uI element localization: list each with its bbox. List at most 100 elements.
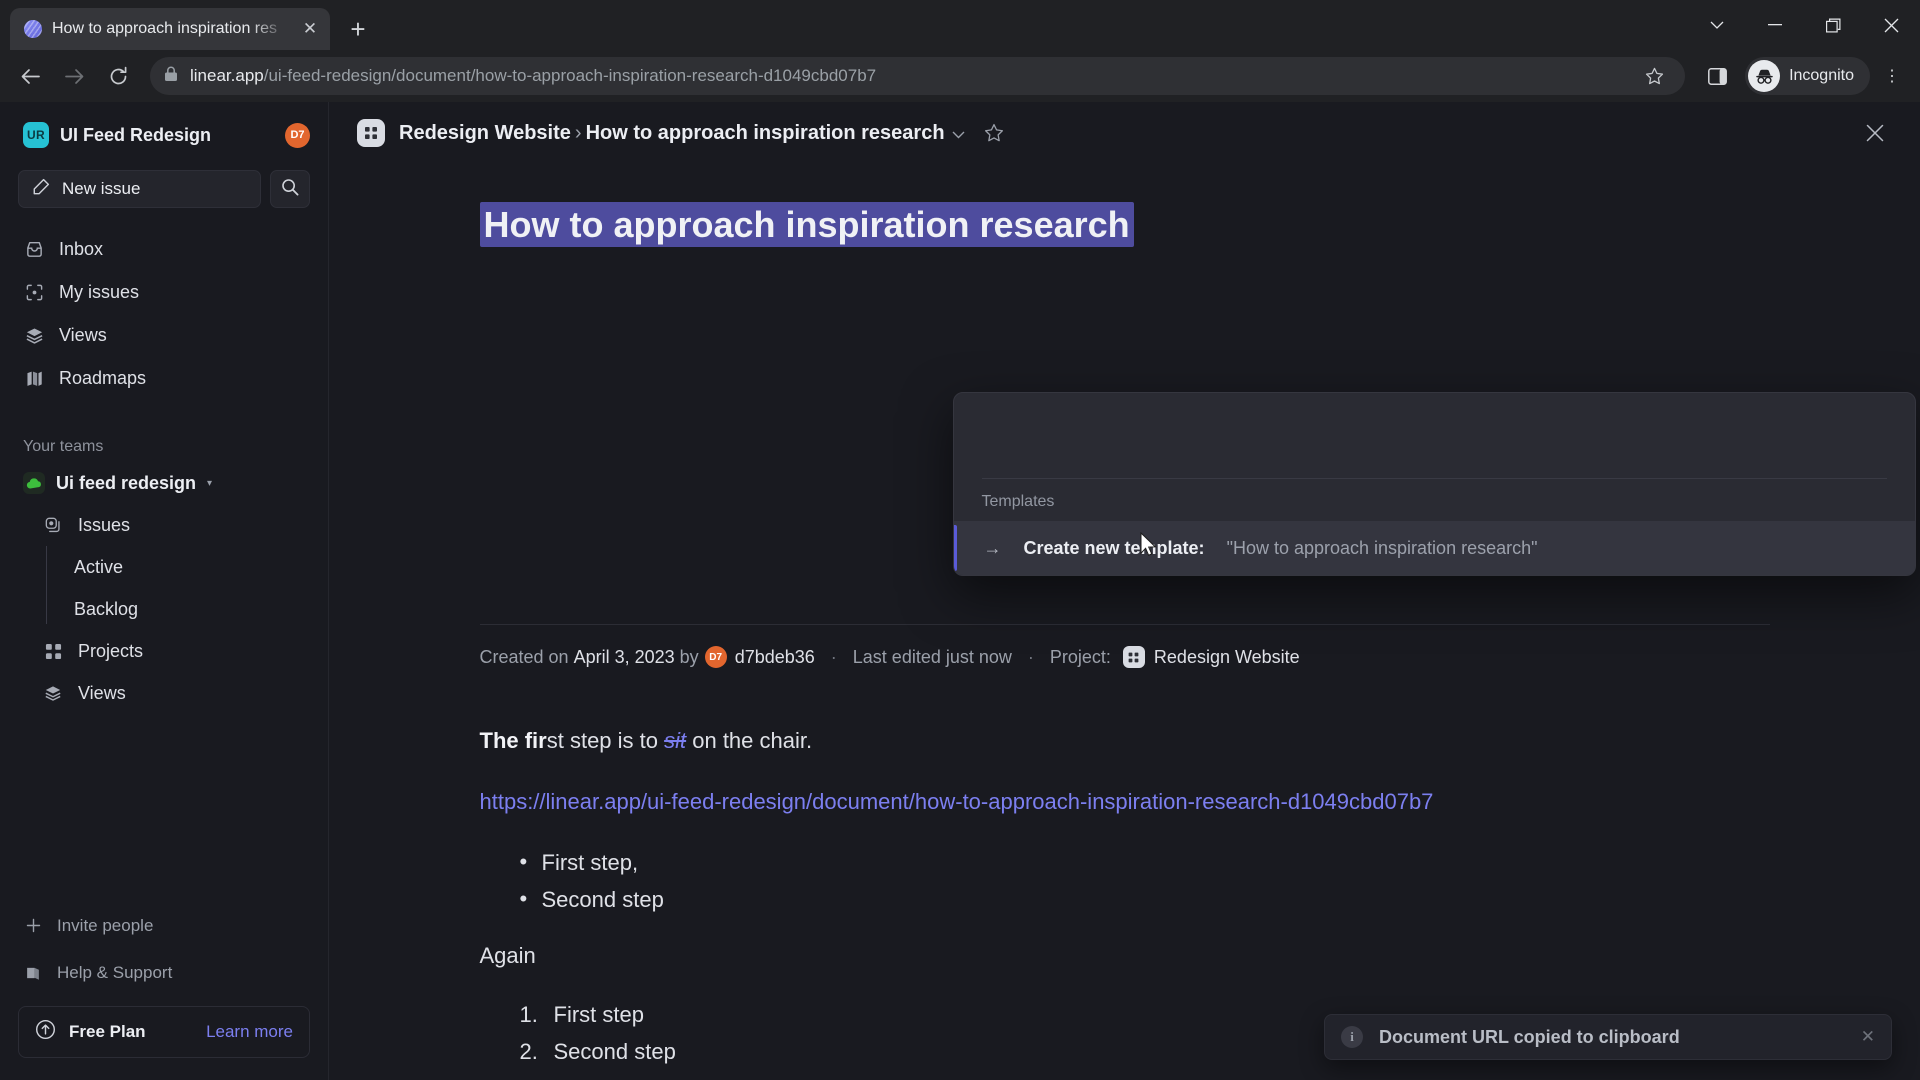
plus-icon [23,918,43,933]
meta-author[interactable]: d7bdeb36 [735,647,815,668]
side-panel-icon[interactable] [1697,56,1737,96]
paragraph-again: Again [479,942,536,968]
incognito-profile-button[interactable]: Incognito [1745,57,1870,95]
document-meta: Created on April 3, 2023 by D7 d7bdeb36 · La… [480,646,1300,668]
document-panel: Redesign Website › How to approach inspira… [329,102,1920,1080]
window-close-icon[interactable] [1862,0,1920,50]
sidebar-item-inbox[interactable]: Inbox [18,228,310,271]
sidebar-item-active[interactable]: Active [46,546,310,588]
window-controls [1688,0,1920,50]
search-icon [281,178,299,201]
incognito-icon [1748,60,1781,92]
tab-strip: How to approach inspiration res ✕ + [0,0,1920,50]
teams-section-label: Your teams [23,438,104,455]
sidebar-actions: New issue [18,170,310,208]
plan-name: Free Plan [69,1022,146,1041]
reload-button[interactable] [98,56,138,96]
sidebar-item-views[interactable]: Views [18,314,310,357]
learn-more-link[interactable]: Learn more [206,1022,293,1042]
browser-toolbar: linear.app/ui-feed-redesign/document/how… [0,50,1920,102]
cloud-icon [23,472,45,494]
user-avatar[interactable]: D7 [285,122,310,148]
grid-icon [42,643,64,660]
project-grid-icon [1122,646,1145,668]
sidebar: UR UI Feed Redesign D7 New issue Inbox M… [0,102,329,1080]
title-block: How to approach inspiration research [479,164,1770,374]
close-icon[interactable]: ✕ [298,17,322,41]
new-issue-button[interactable]: New issue [18,170,261,208]
browser-tab[interactable]: How to approach inspiration res ✕ [10,8,330,50]
back-button[interactable] [10,56,50,96]
document-url-link[interactable]: https://linear.app/ui-feed-redesign/docu… [480,785,1770,818]
meta-last-edited: Last edited just now [852,646,1012,667]
chevron-down-icon[interactable] [949,128,965,142]
close-icon[interactable]: ✕ [1861,1027,1875,1047]
new-issue-label: New issue [62,179,141,198]
sidebar-item-team-views[interactable]: Views [18,672,310,714]
meta-created-date: April 3, 2023 [573,646,675,667]
breadcrumb-document[interactable]: How to approach inspiration research [586,122,945,144]
document-header: Redesign Website › How to approach inspira… [329,102,1920,164]
close-document-icon[interactable] [1858,116,1892,150]
address-bar[interactable]: linear.app/ui-feed-redesign/document/how… [150,57,1686,95]
search-button[interactable] [270,170,310,208]
info-icon: i [1341,1026,1363,1048]
create-new-template-item[interactable]: → Create new template: "How to approach … [953,521,1915,575]
toast-notification: i Document URL copied to clipboard ✕ [1324,1014,1892,1060]
linear-logo-icon [24,20,42,38]
list-item: and we go [520,1074,1770,1080]
team-header[interactable]: Ui feed redesign ▾ [18,462,310,504]
browser-menu-icon[interactable]: ⋮ [1874,56,1910,96]
document-title[interactable]: How to approach inspiration research [479,202,1134,247]
target-icon [23,283,45,302]
workspace-switcher[interactable]: UR UI Feed Redesign D7 [18,116,310,154]
document-inner: How to approach inspiration research Tem… [479,164,1916,1080]
layers-icon [23,326,45,345]
forward-button[interactable] [54,56,94,96]
chevron-down-icon[interactable]: ▾ [207,478,212,489]
inbox-icon [23,240,45,259]
compose-icon [32,177,51,201]
plan-card[interactable]: Free Plan Learn more [18,1006,310,1058]
para-mid-part: st step is to [546,728,665,753]
arrow-right-icon: → [983,537,1002,558]
sidebar-item-label: Projects [78,640,144,661]
url-text: linear.app/ui-feed-redesign/document/how… [190,66,1625,86]
meta-by: by [679,646,699,667]
new-tab-button[interactable]: + [340,11,376,47]
meta-divider [479,624,1770,625]
tab-title: How to approach inspiration res [52,20,278,37]
favorite-star-icon[interactable] [979,118,1009,148]
help-support-button[interactable]: Help & Support [18,949,310,996]
tab-search-chevron-icon[interactable] [1688,0,1746,50]
create-template-query: "How to approach inspiration research" [1226,537,1538,558]
mouse-cursor-icon [1140,531,1157,562]
sidebar-item-label: My issues [59,282,140,302]
sidebar-item-roadmaps[interactable]: Roadmaps [18,357,310,400]
maximize-icon[interactable] [1804,0,1862,50]
minimize-icon[interactable] [1746,0,1804,50]
sidebar-item-my-issues[interactable]: My issues [18,271,310,314]
help-support-label: Help & Support [57,962,173,982]
meta-project-name[interactable]: Redesign Website [1154,647,1300,668]
team-nav: Issues Active Backlog Projects Views [18,504,310,714]
layers-icon [42,684,64,702]
primary-nav: Inbox My issues Views Roadmaps [18,228,310,400]
para-bold-part: The fir [479,728,547,753]
list-item: Second step [520,884,1770,914]
breadcrumb-separator: › [574,121,582,144]
meta-created-prefix: Created on [479,646,569,667]
sidebar-item-issues[interactable]: Issues [18,504,310,546]
meta-separator: · [830,646,837,667]
sidebar-item-backlog[interactable]: Backlog [46,588,310,630]
sidebar-item-projects[interactable]: Projects [18,630,310,672]
sidebar-item-label: Issues [78,514,131,535]
invite-people-button[interactable]: Invite people [18,902,310,949]
breadcrumb[interactable]: Redesign Website › How to approach inspira… [399,122,965,145]
breadcrumb-project[interactable]: Redesign Website [399,122,571,144]
document-body: How to approach inspiration research Tem… [329,164,1920,1080]
bookmark-star-icon[interactable] [1637,59,1671,93]
create-template-label: Create new template: [1023,537,1205,558]
linear-app: UR UI Feed Redesign D7 New issue Inbox M… [0,102,1920,1080]
popup-section-label: Templates [981,493,1055,510]
